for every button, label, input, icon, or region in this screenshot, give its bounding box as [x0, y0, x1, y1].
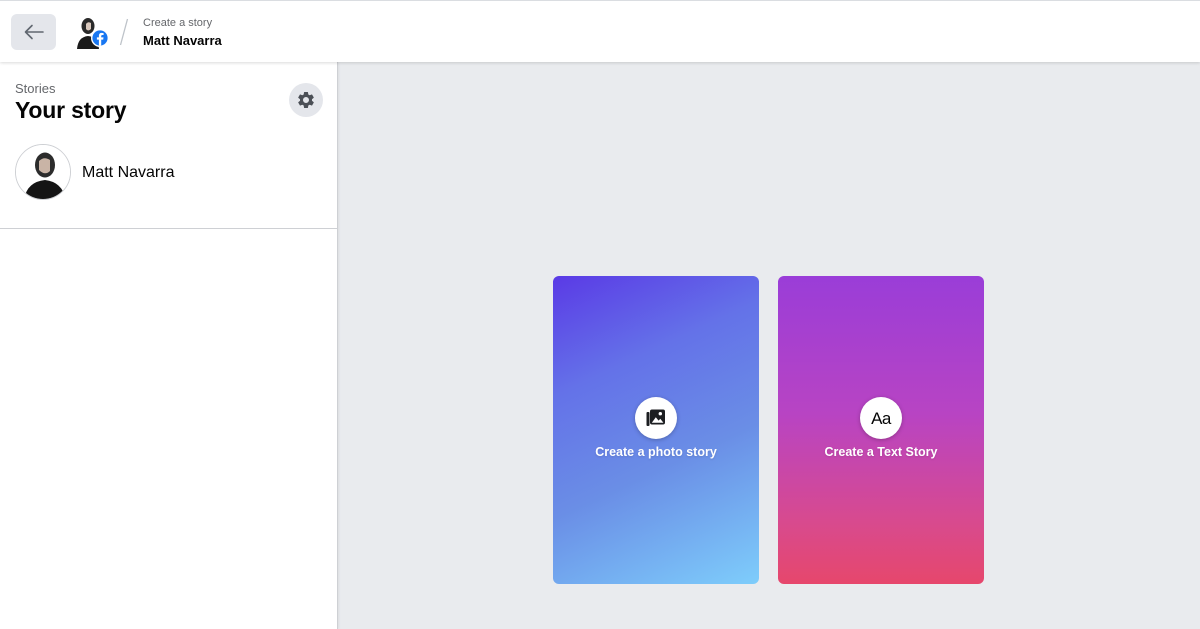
your-story-user-row[interactable]: Matt Navarra: [0, 138, 337, 210]
back-button[interactable]: [11, 14, 56, 50]
create-photo-story-label: Create a photo story: [595, 445, 717, 459]
breadcrumb-divider: [119, 18, 129, 46]
photo-icon: [646, 409, 665, 426]
user-name: Matt Navarra: [82, 164, 175, 181]
create-photo-story-card[interactable]: Create a photo story: [553, 276, 759, 584]
arrow-left-icon: [24, 24, 44, 40]
sidebar: Stories Your story Matt Navarra: [0, 62, 338, 629]
avatar: [15, 144, 71, 200]
breadcrumb-subtitle: Create a story: [143, 17, 213, 29]
gear-icon: [298, 91, 314, 108]
text-aa-icon: Aa: [871, 408, 891, 428]
settings-button[interactable]: [289, 83, 323, 117]
create-text-story-label: Create a Text Story: [824, 445, 938, 459]
user-photo-icon: [16, 145, 70, 199]
create-text-story-card[interactable]: Aa Create a Text Story: [778, 276, 984, 584]
avatar: [77, 18, 109, 49]
sidebar-section-label: Stories: [15, 81, 56, 96]
text-story-icon-circle: Aa: [860, 397, 902, 439]
top-bar: Create a story Matt Navarra: [0, 0, 1200, 62]
facebook-badge-icon: [91, 29, 109, 47]
breadcrumb-title: Matt Navarra: [143, 33, 222, 48]
main-content: Create a photo story Aa Create a Text St…: [338, 62, 1200, 629]
profile-thumbnail[interactable]: [74, 15, 110, 49]
page-title: Your story: [15, 97, 127, 123]
sidebar-divider: [0, 228, 337, 229]
photo-story-icon-circle: [635, 397, 677, 439]
